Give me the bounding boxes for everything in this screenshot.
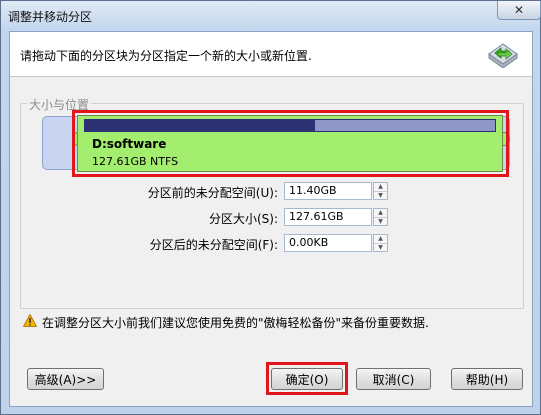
after-unallocated-label: 分区后的未分配空间(F): (149, 238, 278, 252)
help-button[interactable]: 帮助(H) (451, 368, 523, 390)
partition-highlight-box (72, 110, 509, 177)
before-unallocated-input[interactable]: 11.40GB (284, 182, 372, 200)
backup-warning-text: 在调整分区大小前我们建议您使用免费的"傲梅轻松备份"来备份重要数据. (42, 316, 429, 330)
partition-size-input[interactable]: 127.61GB (284, 208, 372, 226)
after-unallocated-input[interactable]: 0.00KB (284, 234, 372, 252)
window-title: 调整并移动分区 (8, 10, 93, 24)
move-resize-arrows-icon (488, 43, 518, 68)
spin-down-icon[interactable]: ▼ (374, 192, 387, 200)
dialog-window: 调整并移动分区 ✕ 请拖动下面的分区块为分区指定一个新的大小或新位置. 大小与位… (0, 0, 541, 415)
warning-icon (23, 314, 37, 327)
spin-up-icon[interactable]: ▲ (374, 209, 387, 218)
before-unallocated-label: 分区前的未分配空间(U): (147, 186, 278, 200)
partition-size-label: 分区大小(S): (208, 212, 278, 226)
dialog-client-area: 请拖动下面的分区块为分区指定一个新的大小或新位置. 大小与位置 D:softwa… (9, 31, 533, 407)
close-button[interactable]: ✕ (497, 1, 541, 20)
spin-up-icon[interactable]: ▲ (374, 183, 387, 192)
spin-down-icon[interactable]: ▼ (374, 244, 387, 252)
after-unallocated-spinner[interactable]: ▲ ▼ (373, 234, 388, 252)
close-icon: ✕ (513, 3, 525, 17)
instruction-header: 请拖动下面的分区块为分区指定一个新的大小或新位置. (10, 32, 532, 77)
advanced-button[interactable]: 高级(A)>> (27, 368, 104, 390)
cancel-button[interactable]: 取消(C) (356, 368, 431, 390)
title-bar[interactable]: 调整并移动分区 ✕ (1, 1, 541, 31)
instruction-text: 请拖动下面的分区块为分区指定一个新的大小或新位置. (20, 49, 312, 63)
partition-size-spinner[interactable]: ▲ ▼ (373, 208, 388, 226)
spin-down-icon[interactable]: ▼ (374, 218, 387, 226)
before-unallocated-spinner[interactable]: ▲ ▼ (373, 182, 388, 200)
ok-highlight-box (266, 362, 348, 395)
spin-up-icon[interactable]: ▲ (374, 235, 387, 244)
